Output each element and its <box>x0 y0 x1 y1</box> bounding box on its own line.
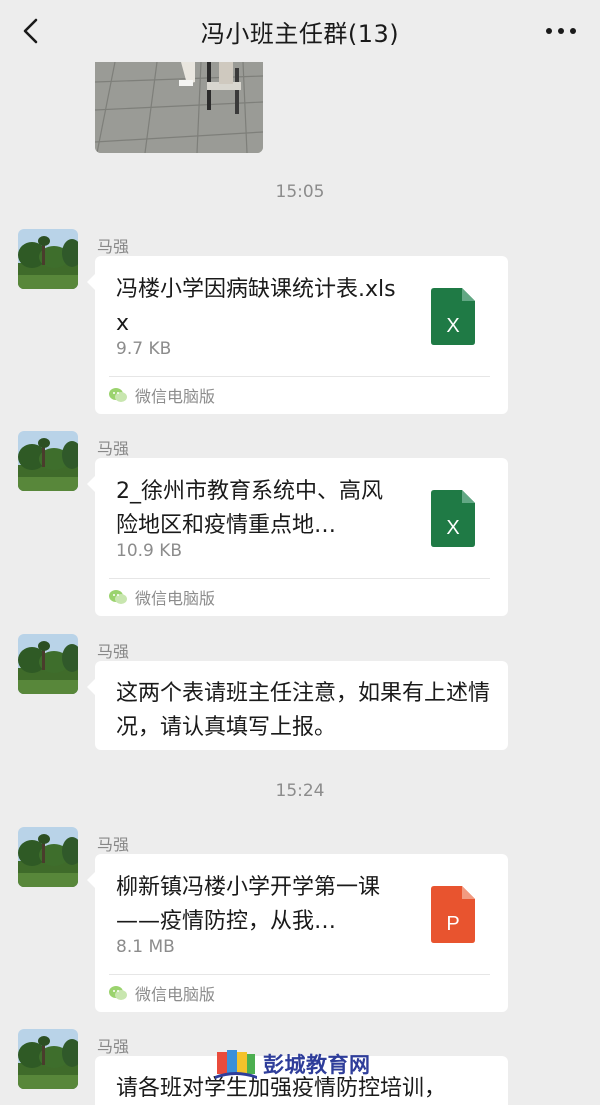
wechat-icon <box>109 590 127 604</box>
file-type-letter: P <box>446 913 459 935</box>
avatar[interactable] <box>18 634 78 694</box>
source-label: 微信电脑版 <box>135 985 216 1004</box>
file-name: 冯楼小学因病缺课统计表.xlsx <box>116 277 396 336</box>
book-logo-icon <box>215 1050 257 1079</box>
file-size: 8.1 MB <box>116 937 175 957</box>
timestamp: 15:24 <box>275 781 325 801</box>
sender-name: 马强 <box>97 439 130 458</box>
source-label: 微信电脑版 <box>135 387 216 406</box>
timestamp: 15:05 <box>275 182 325 202</box>
chevron-left-icon[interactable] <box>18 17 46 45</box>
sender-name: 马强 <box>97 237 130 256</box>
sender-name: 马强 <box>97 642 130 661</box>
file-size: 10.9 KB <box>116 541 183 561</box>
card-source: 微信电脑版 <box>109 383 215 407</box>
excel-file-icon: X <box>431 288 475 345</box>
sender-name: 马强 <box>97 835 130 854</box>
card-source: 微信电脑版 <box>109 981 215 1005</box>
file-size: 9.7 KB <box>116 339 172 359</box>
file-type-letter: X <box>446 517 459 539</box>
image-message[interactable] <box>95 62 263 153</box>
source-label: 微信电脑版 <box>135 589 216 608</box>
chat-title: 冯小班主任群(13) <box>200 19 400 48</box>
avatar[interactable] <box>18 1029 78 1089</box>
file-name: 2_徐州市教育系统中、高风险地区和疫情重点地… <box>116 479 383 538</box>
text-message[interactable]: 这两个表请班主任注意，如果有上述情况，请认真填写上报。 <box>87 661 508 750</box>
chat-header: 冯小班主任群(13) <box>0 0 600 62</box>
file-message-card[interactable]: 柳新镇冯楼小学开学第一课——疫情防控，从我… 8.1 MB P 微信电脑版 <box>87 854 508 1012</box>
file-type-letter: X <box>446 315 459 337</box>
powerpoint-file-icon: P <box>431 886 475 943</box>
avatar[interactable] <box>18 827 78 887</box>
divider <box>109 974 490 975</box>
watermark-logo: 彭城教育网 <box>213 1046 371 1082</box>
excel-file-icon: X <box>431 490 475 547</box>
avatar[interactable] <box>18 431 78 491</box>
divider <box>109 578 490 579</box>
file-message-card[interactable]: 2_徐州市教育系统中、高风险地区和疫情重点地… 10.9 KB X 微信电脑版 <box>87 458 508 616</box>
file-message-card[interactable]: 冯楼小学因病缺课统计表.xlsx 9.7 KB X 微信电脑版 <box>87 256 508 414</box>
more-dots-icon[interactable] <box>544 18 578 44</box>
wechat-icon <box>109 388 127 402</box>
sender-name: 马强 <box>97 1037 130 1056</box>
wechat-icon <box>109 986 127 1000</box>
watermark-text: 彭城教育网 <box>263 1052 371 1077</box>
file-name: 柳新镇冯楼小学开学第一课——疫情防控，从我… <box>116 875 381 934</box>
avatar[interactable] <box>18 229 78 289</box>
card-source: 微信电脑版 <box>109 585 215 609</box>
divider <box>109 376 490 377</box>
